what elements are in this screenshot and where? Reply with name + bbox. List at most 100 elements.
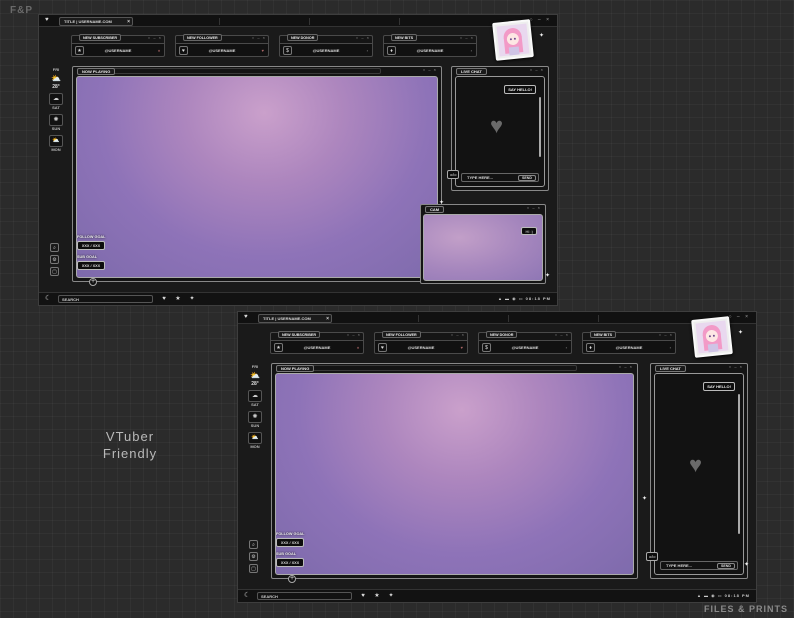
- viewer-count-badge: o/lo: [646, 552, 659, 561]
- moon-icon[interactable]: ☾: [244, 591, 250, 601]
- heart-icon[interactable]: ♥: [358, 591, 368, 601]
- alert-new-bits: NEW BITS ○ – × ♦ @USERNAME ›: [383, 34, 477, 59]
- square-icon[interactable]: ▢: [50, 267, 59, 276]
- plus-icon[interactable]: +: [288, 575, 296, 583]
- weather-day-label: SUN: [250, 423, 260, 428]
- cam-capture-area: [423, 214, 543, 281]
- sub-goal-value: XXX / XXX: [77, 261, 105, 270]
- square-icon[interactable]: ▢: [249, 564, 258, 573]
- sparkle-icon: ✦: [642, 496, 648, 502]
- alert-username: @USERNAME: [208, 48, 236, 53]
- dollar-icon: $: [482, 343, 491, 352]
- alert-username: @USERNAME: [303, 345, 331, 350]
- system-tray: ▲ ▬ ◉ ▭ 08:18 PM: [498, 295, 551, 303]
- tab-close-icon[interactable]: ×: [127, 18, 130, 26]
- moon-icon[interactable]: ☾: [45, 294, 51, 304]
- window-controls[interactable]: ○ – ×: [729, 314, 751, 320]
- tab-divider: [418, 315, 419, 322]
- heart-icon: ♥: [460, 345, 463, 350]
- gem-icon: ♦: [387, 46, 396, 55]
- overlay-screen-2: ♥ TITLE | USERNAME.COM × ○ – × NEW SUBSC…: [237, 311, 757, 603]
- alert-username: @USERNAME: [312, 48, 340, 53]
- settings-icon[interactable]: ⚙: [50, 255, 59, 264]
- alert-username: @USERNAME: [615, 345, 643, 350]
- heart-app-icon: ♥: [244, 314, 248, 320]
- window-controls[interactable]: ○ – ×: [423, 67, 437, 72]
- alert-controls: ○ – ×: [450, 332, 465, 337]
- star-icon[interactable]: ★: [173, 294, 183, 304]
- alert-controls: ○ – ×: [355, 35, 370, 40]
- weather-today: FRI: [52, 67, 60, 72]
- window-controls[interactable]: ○ – ×: [527, 205, 541, 210]
- chat-scrollbar[interactable]: [539, 97, 541, 157]
- follow-goal-value: XXX / XXX: [77, 241, 105, 250]
- window-controls[interactable]: ○ – ×: [729, 364, 743, 369]
- alert-caption: NEW FOLLOWER: [183, 34, 222, 41]
- tagline-line-1: VTuber: [105, 429, 155, 444]
- sparkle-icon: ✦: [744, 562, 750, 568]
- sub-goal-value: XXX / XXX: [276, 558, 304, 567]
- tab-divider: [508, 315, 509, 322]
- heart-icon: ♥: [490, 113, 504, 138]
- send-button[interactable]: SEND: [518, 175, 536, 181]
- window-controls[interactable]: ○ – ×: [619, 364, 633, 369]
- tagline: VTuber Friendly: [90, 428, 170, 462]
- settings-icon[interactable]: ⚙: [249, 552, 258, 561]
- tab-divider: [598, 315, 599, 322]
- chat-scrollbar[interactable]: [738, 394, 740, 534]
- sparkle-icon[interactable]: ✦: [187, 294, 197, 304]
- chevron-right-icon: ›: [366, 48, 368, 53]
- weather-temp: 28°: [52, 84, 60, 90]
- star-icon: ★: [274, 343, 283, 352]
- alert-new-subscriber: NEW SUBSCRIBER ○ – × ★ @USERNAME ♦: [71, 34, 165, 59]
- alert-controls: ○ – ×: [554, 332, 569, 337]
- tab-divider: [219, 18, 220, 25]
- send-button[interactable]: SEND: [717, 563, 735, 569]
- alert-new-subscriber: NEW SUBSCRIBER ○ – × ★ @USERNAME ♦: [270, 331, 364, 356]
- heart-icon: ♥: [179, 46, 188, 55]
- sparkle-icon: ✦: [439, 200, 445, 206]
- browser-tab[interactable]: TITLE | USERNAME.COM ×: [258, 314, 332, 323]
- search-icon[interactable]: ⌕: [50, 243, 59, 252]
- gem-icon: ♦: [586, 343, 595, 352]
- brand-logo: F&P: [10, 5, 33, 16]
- browser-tabbar: ♥ TITLE | USERNAME.COM × ○ – ×: [39, 15, 557, 27]
- heart-icon[interactable]: ♥: [159, 294, 169, 304]
- taskbar: ☾ SEARCH ♥ ★ ✦ ▲ ▬ ◉ ▭ 08:18 PM: [238, 589, 756, 602]
- plus-icon[interactable]: +: [89, 278, 97, 286]
- status-icons: ▲ ▬ ◉ ▭: [497, 296, 524, 301]
- heart-icon: ♥: [261, 48, 264, 53]
- search-icon[interactable]: ⌕: [249, 540, 258, 549]
- alert-controls: ○ – ×: [251, 35, 266, 40]
- browser-tab[interactable]: TITLE | USERNAME.COM ×: [59, 17, 133, 26]
- chevron-right-icon: ›: [470, 48, 472, 53]
- alert-caption: NEW FOLLOWER: [382, 331, 421, 338]
- chevron-right-icon: ›: [565, 345, 567, 350]
- tab-title: TITLE | USERNAME.COM: [263, 316, 311, 321]
- game-capture-area: [275, 373, 634, 575]
- sparkle-icon: ✦: [738, 330, 744, 336]
- now-playing-window: NOW PLAYING ○ – ×: [271, 363, 638, 579]
- chat-input[interactable]: TYPE HERE... SEND: [660, 561, 738, 570]
- clock: 08:18 PM: [525, 296, 551, 301]
- window-controls[interactable]: ○ – ×: [530, 67, 544, 72]
- live-chat-window: LIVE CHAT ○ – × SAY HELLO! ♥ TYPE HERE..…: [447, 66, 549, 191]
- alert-username: @USERNAME: [511, 345, 539, 350]
- game-capture-area: [76, 76, 438, 278]
- status-icons: ▲ ▬ ◉ ▭: [696, 593, 723, 598]
- tab-close-icon[interactable]: ×: [326, 315, 329, 323]
- weather-day-label: MON: [250, 444, 260, 449]
- star-icon[interactable]: ★: [372, 591, 382, 601]
- window-controls[interactable]: ○ – ×: [530, 17, 552, 23]
- chat-input-placeholder: TYPE HERE...: [467, 175, 494, 180]
- taskbar-search[interactable]: SEARCH: [257, 592, 352, 600]
- heart-icon: ♥: [378, 343, 387, 352]
- sparkle-icon[interactable]: ✦: [386, 591, 396, 601]
- clock: 08:18 PM: [724, 593, 750, 598]
- taskbar-search[interactable]: SEARCH: [58, 295, 153, 303]
- weather-widget: FRI ⛅ 28° ☁ SAT ✺ SUN ⛅ MON: [45, 67, 67, 153]
- alert-new-donor: NEW DONOR ○ – × $ @USERNAME ›: [279, 34, 373, 59]
- chat-input-placeholder: TYPE HERE...: [666, 563, 693, 568]
- chat-input[interactable]: TYPE HERE... SEND: [461, 173, 539, 182]
- goals-widget: FOLLOW GOAL XXX / XXX SUB GOAL XXX / XXX: [77, 234, 117, 274]
